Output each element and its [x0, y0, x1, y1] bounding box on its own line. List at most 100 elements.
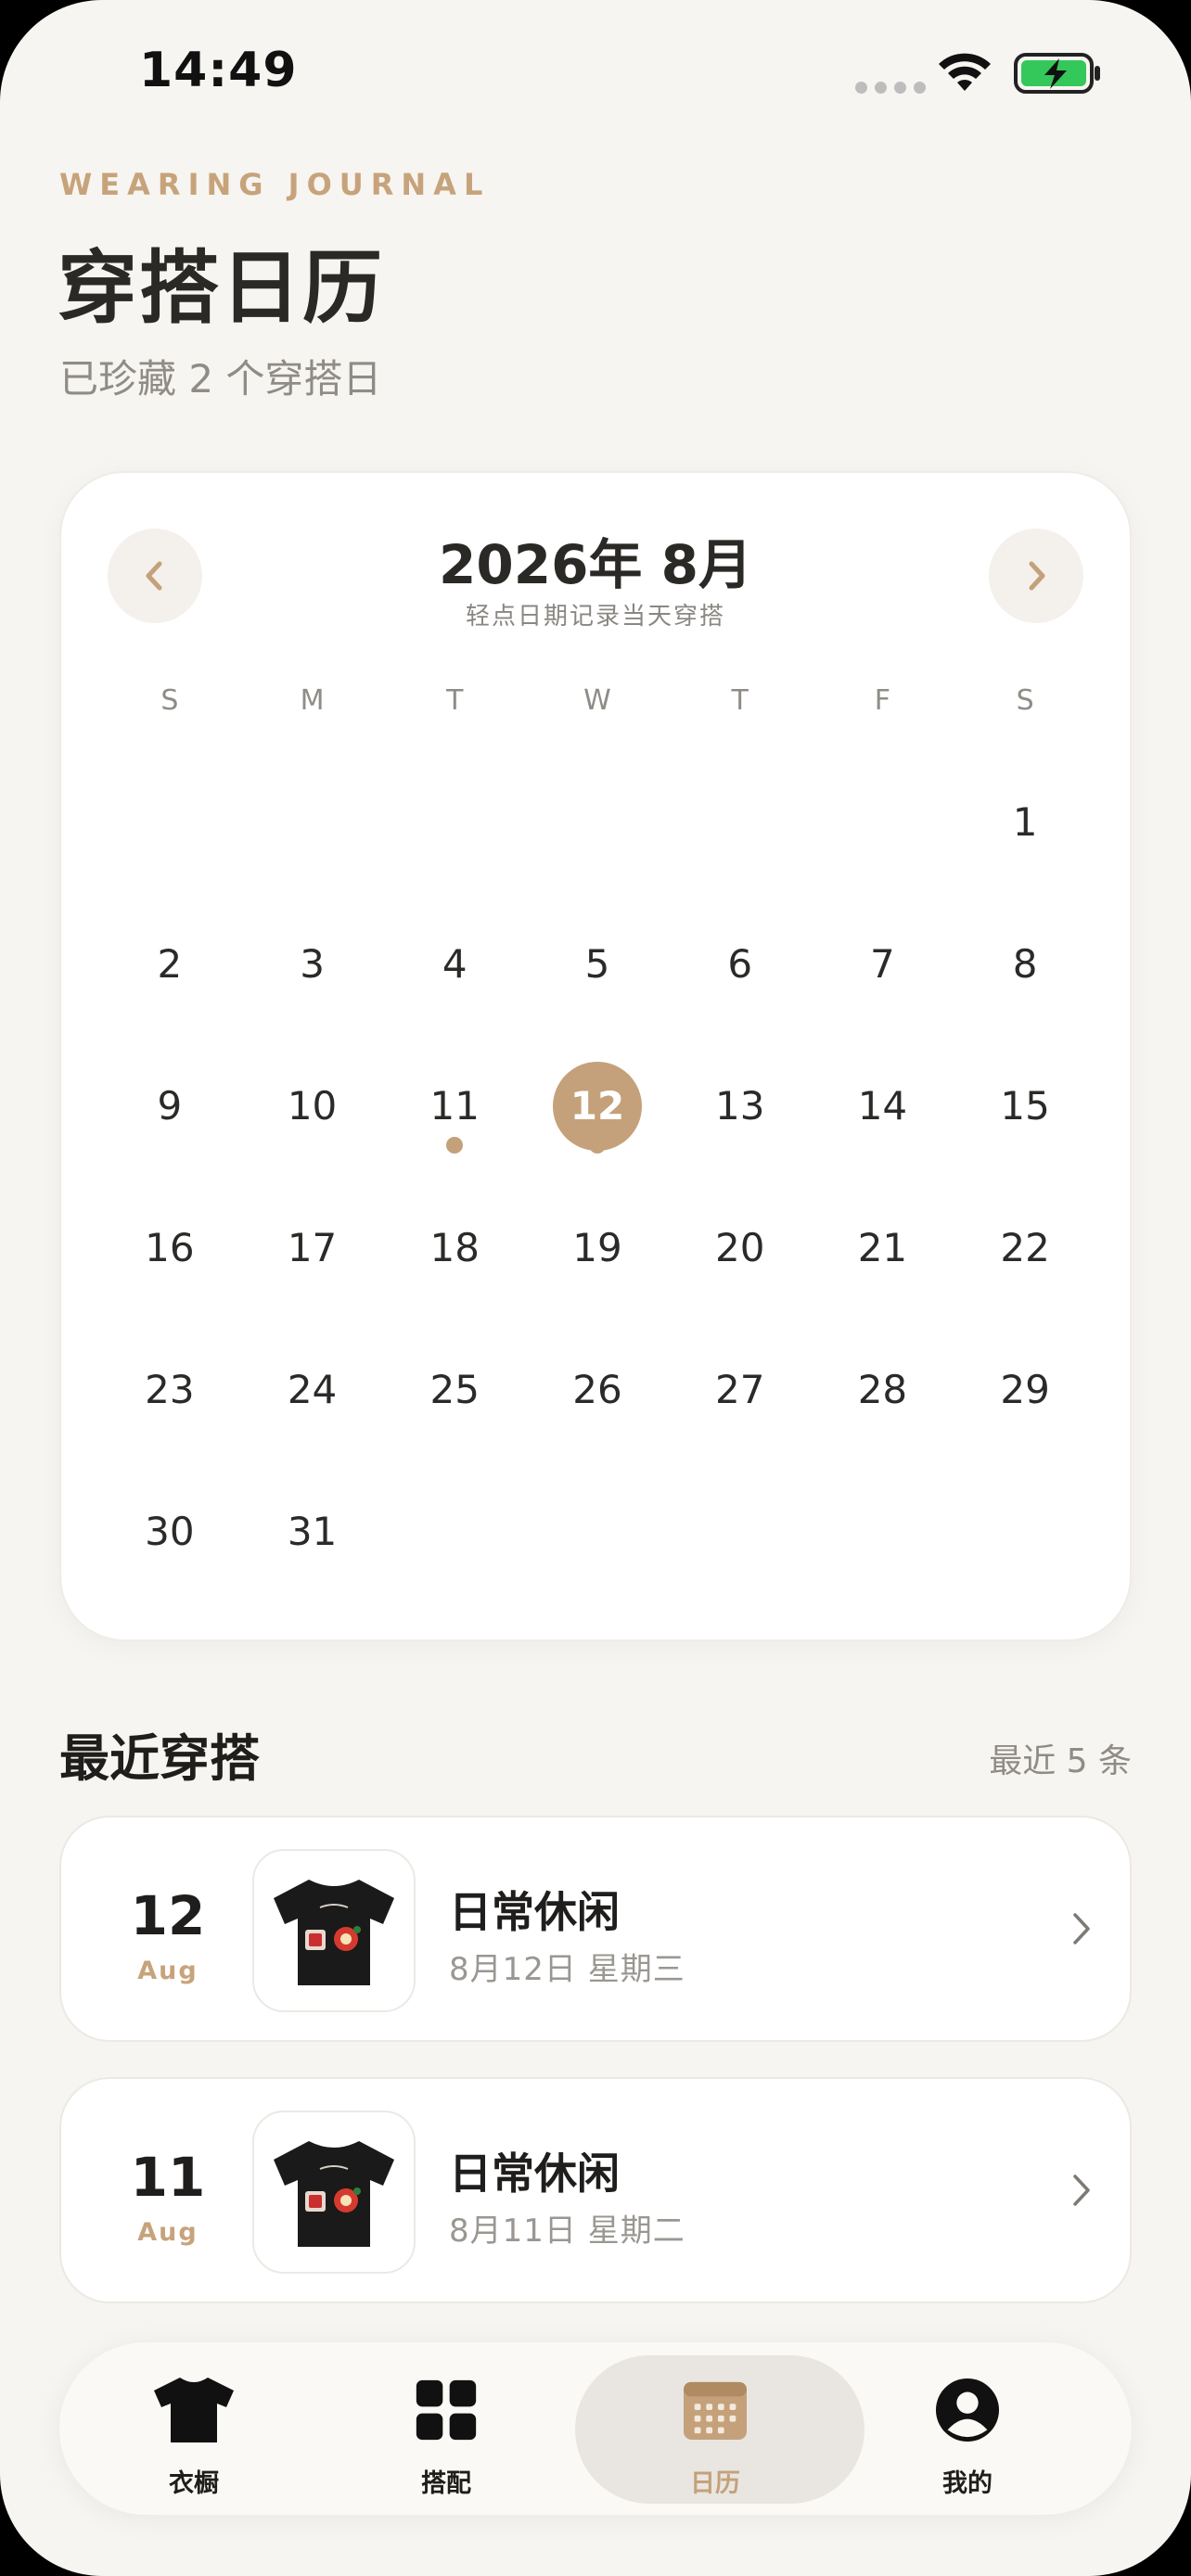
calendar-day[interactable]: 14 [812, 1035, 954, 1177]
calendar-day[interactable]: 20 [669, 1177, 812, 1319]
tab-label: 日历 [690, 2469, 740, 2498]
day-number: 7 [870, 941, 895, 987]
day-number: 17 [287, 1225, 338, 1270]
calendar-day[interactable]: 29 [954, 1319, 1096, 1460]
day-number: 15 [1000, 1083, 1050, 1129]
tab-outfits[interactable]: 搭配 [312, 2342, 581, 2515]
day-number: 23 [145, 1367, 195, 1412]
calendar-day[interactable]: 7 [812, 893, 954, 1035]
weekday-label: F [874, 684, 891, 717]
app-screen: 14:49 WEARING JOURNAL 穿搭日历 已珍藏 2 个穿搭日 20… [0, 0, 1191, 2576]
calendar-grid: 1 2 3 4 5 6 7 8 9 10 11 12 13 14 15 16 17 18 19 20 21 22 23 24 2… [98, 751, 1096, 1602]
tshirt-icon [152, 2376, 236, 2444]
calendar-day[interactable]: 25 [383, 1319, 526, 1460]
calendar-day[interactable]: 4 [383, 893, 526, 1035]
day-number: 16 [145, 1225, 195, 1270]
weekday-label: T [446, 684, 464, 717]
calendar-day[interactable]: 30 [98, 1460, 241, 1602]
outfit-marker-dot [588, 1137, 606, 1154]
day-number: 21 [857, 1225, 908, 1270]
day-number: 24 [287, 1367, 338, 1412]
calendar-day[interactable]: 6 [669, 893, 812, 1035]
status-bar: 14:49 [0, 0, 1191, 148]
day-number: 8 [1012, 941, 1038, 987]
day-number: 6 [727, 941, 753, 987]
calendar-day[interactable]: 31 [241, 1460, 384, 1602]
entry-day: 11 [130, 2146, 206, 2209]
calendar-day[interactable]: 19 [526, 1177, 669, 1319]
day-number: 14 [857, 1083, 908, 1129]
tab-bar: 衣橱 搭配 日历 我的 [59, 2342, 1132, 2515]
calendar-day[interactable]: 8 [954, 893, 1096, 1035]
day-number: 30 [145, 1509, 195, 1554]
grid-icon [404, 2376, 488, 2444]
weekday-label: S [160, 684, 179, 717]
weekday-label: W [583, 684, 611, 717]
calendar-empty-cell [812, 1460, 954, 1602]
calendar-day[interactable]: 21 [812, 1177, 954, 1319]
tab-wardrobe[interactable]: 衣橱 [59, 2342, 328, 2515]
weekday-label: M [300, 684, 325, 717]
recent-section-title: 最近穿搭 [59, 1729, 260, 1788]
wifi-icon [939, 53, 991, 91]
day-number: 19 [572, 1225, 622, 1270]
calendar-day[interactable]: 22 [954, 1177, 1096, 1319]
calendar-day[interactable]: 11 [383, 1035, 526, 1177]
calendar-empty-cell [383, 1460, 526, 1602]
day-number: 9 [157, 1083, 183, 1129]
calendar-day[interactable]: 10 [241, 1035, 384, 1177]
weekday-header: S M T W T F S [98, 684, 1096, 717]
calendar-day[interactable]: 23 [98, 1319, 241, 1460]
day-number: 3 [300, 941, 325, 987]
entry-day: 12 [130, 1884, 206, 1947]
chevron-right-icon [1073, 1913, 1090, 1945]
weekday-label: T [731, 684, 749, 717]
day-number: 28 [857, 1367, 908, 1412]
calendar-empty-cell [526, 1460, 669, 1602]
recent-outfit-item[interactable]: 11 Aug 日常休闲 8月11日 星期二 [59, 2077, 1132, 2303]
calendar-day[interactable]: 17 [241, 1177, 384, 1319]
calendar-icon [673, 2376, 757, 2444]
day-number: 10 [287, 1083, 338, 1129]
outfit-name: 日常休闲 [449, 1887, 620, 1937]
outfit-thumbnail [252, 2111, 416, 2274]
tab-profile[interactable]: 我的 [833, 2342, 1102, 2515]
tab-label: 搭配 [421, 2469, 471, 2498]
calendar-day[interactable]: 27 [669, 1319, 812, 1460]
calendar-day[interactable]: 16 [98, 1177, 241, 1319]
calendar-empty-cell [526, 751, 669, 893]
calendar-day[interactable]: 9 [98, 1035, 241, 1177]
calendar-day[interactable]: 2 [98, 893, 241, 1035]
day-number: 20 [714, 1225, 765, 1270]
calendar-empty-cell [383, 751, 526, 893]
day-number: 2 [157, 941, 183, 987]
calendar-card: 2026年 8月 轻点日期记录当天穿搭 S M T W T F S 123456… [59, 471, 1132, 1641]
calendar-day[interactable]: 3 [241, 893, 384, 1035]
next-month-button[interactable] [989, 529, 1083, 623]
calendar-day[interactable]: 18 [383, 1177, 526, 1319]
calendar-day[interactable]: 28 [812, 1319, 954, 1460]
calendar-day[interactable]: 5 [526, 893, 669, 1035]
recent-outfit-item[interactable]: 12 Aug 日常休闲 8月12日 星期三 [59, 1816, 1132, 2042]
tab-label: 衣橱 [169, 2469, 219, 2498]
outfit-thumbnail [252, 1849, 416, 2012]
calendar-empty-cell [954, 1460, 1096, 1602]
entry-month: Aug [137, 1957, 198, 1985]
calendar-day[interactable]: 24 [241, 1319, 384, 1460]
chevron-right-icon [1073, 2174, 1090, 2206]
calendar-day[interactable]: 1 [954, 751, 1096, 893]
calendar-day[interactable]: 26 [526, 1319, 669, 1460]
weekday-label: S [1016, 684, 1034, 717]
day-number: 22 [1000, 1225, 1050, 1270]
day-number: 18 [429, 1225, 480, 1270]
black-tshirt-image [274, 1880, 394, 1985]
tab-calendar[interactable]: 日历 [575, 2342, 864, 2515]
day-number: 31 [287, 1509, 338, 1554]
calendar-day[interactable]: 15 [954, 1035, 1096, 1177]
cellular-signal-icon [855, 82, 926, 94]
month-title: 2026年 8月 [439, 533, 752, 596]
calendar-day[interactable]: 13 [669, 1035, 812, 1177]
month-hint: 轻点日期记录当天穿搭 [465, 603, 725, 631]
status-time: 14:49 [139, 43, 298, 98]
calendar-day[interactable]: 12 [526, 1035, 669, 1177]
